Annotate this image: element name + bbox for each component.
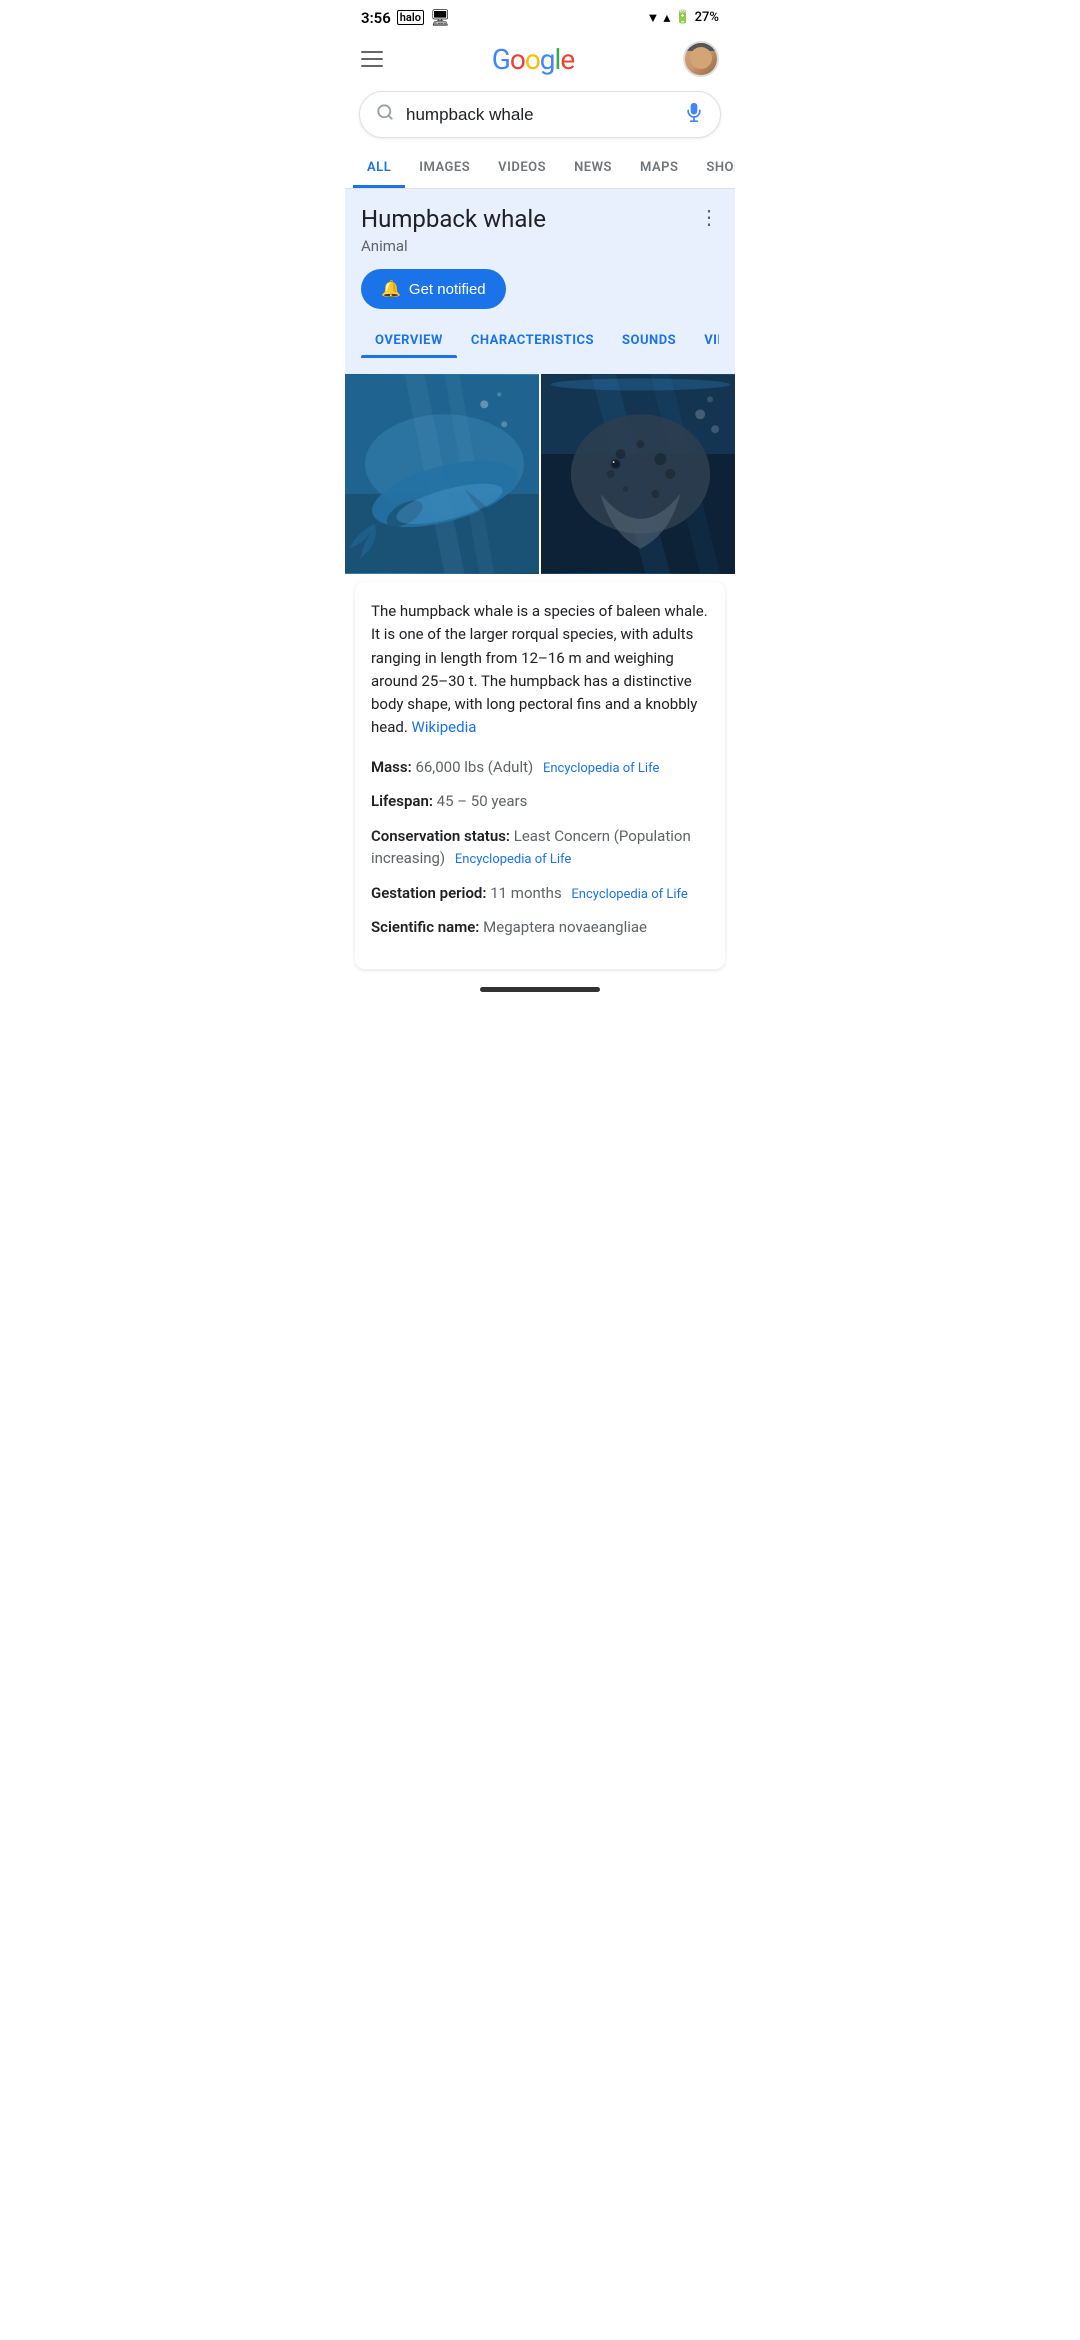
tab-maps[interactable]: MAPS xyxy=(626,150,692,188)
home-indicator[interactable] xyxy=(480,987,600,992)
conservation-source-link[interactable]: Encyclopedia of Life xyxy=(455,852,571,867)
info-row-mass: Mass: 66,000 lbs (Adult) Encyclopedia of… xyxy=(371,756,709,779)
status-time: 3:56 xyxy=(361,9,391,27)
wifi-icon: ▼ xyxy=(647,10,660,26)
signal-icon: ▴ xyxy=(663,10,670,26)
mass-label: Mass: xyxy=(371,758,412,776)
battery-icon: 🔋 xyxy=(674,10,690,25)
kp-header: Humpback whale ⋮ xyxy=(361,205,719,233)
tab-videos[interactable]: VIDEOS xyxy=(484,150,560,188)
status-right: ▼ ▴ 🔋 27% xyxy=(647,10,719,26)
logo-g: G xyxy=(492,43,510,76)
search-input[interactable] xyxy=(406,105,672,125)
knowledge-panel: Humpback whale ⋮ Animal 🔔 Get notified O… xyxy=(345,189,735,374)
avatar[interactable] xyxy=(683,41,719,77)
get-notified-label: Get notified xyxy=(409,281,486,298)
mass-source-link[interactable]: Encyclopedia of Life xyxy=(543,761,659,776)
menu-button[interactable] xyxy=(361,51,383,67)
hamburger-line xyxy=(361,51,383,53)
logo-g2: g xyxy=(540,43,555,76)
whale-image-1[interactable] xyxy=(345,374,539,574)
logo-e: e xyxy=(560,43,574,76)
screen-icon: 🖥 xyxy=(430,8,450,27)
battery-percent: 27% xyxy=(695,10,719,25)
search-bar[interactable] xyxy=(359,91,721,138)
hamburger-line xyxy=(361,65,383,67)
mic-icon[interactable] xyxy=(684,102,704,127)
avatar-face xyxy=(690,47,712,69)
info-row-gestation: Gestation period: 11 months Encyclopedia… xyxy=(371,882,709,905)
search-icon xyxy=(376,103,394,126)
search-tabs: ALL IMAGES VIDEOS NEWS MAPS SHOP xyxy=(345,150,735,189)
status-bar: 3:56 halo 🖥 ▼ ▴ 🔋 27% xyxy=(345,0,735,31)
gestation-source-link[interactable]: Encyclopedia of Life xyxy=(571,887,687,902)
tab-shop[interactable]: SHOP xyxy=(692,150,735,188)
gestation-label: Gestation period: xyxy=(371,884,486,902)
info-row-lifespan: Lifespan: 45 – 50 years xyxy=(371,790,709,813)
section-tab-characteristics[interactable]: CHARACTERISTICS xyxy=(457,325,608,358)
section-tab-sounds[interactable]: SOUNDS xyxy=(608,325,690,358)
kp-subtitle: Animal xyxy=(361,237,719,255)
wikipedia-link[interactable]: Wikipedia xyxy=(412,718,477,736)
halo-icon: halo xyxy=(397,10,424,25)
info-box: The humpback whale is a species of balee… xyxy=(355,582,725,969)
whale-images-row xyxy=(345,374,735,574)
lifespan-label: Lifespan: xyxy=(371,792,433,810)
logo-o2: o xyxy=(525,43,540,76)
status-left: 3:56 halo 🖥 xyxy=(361,8,450,27)
more-options-button[interactable]: ⋮ xyxy=(699,205,719,229)
tab-news[interactable]: NEWS xyxy=(560,150,626,188)
header: Google xyxy=(345,31,735,87)
hamburger-line xyxy=(361,58,383,60)
kp-title: Humpback whale xyxy=(361,205,546,233)
section-tab-videos[interactable]: VIDEOS xyxy=(690,325,719,358)
section-tab-overview[interactable]: OVERVIEW xyxy=(361,325,457,358)
info-row-conservation: Conservation status: Least Concern (Popu… xyxy=(371,825,709,870)
logo-o1: o xyxy=(510,43,525,76)
bottom-indicator xyxy=(345,977,735,998)
tab-all[interactable]: ALL xyxy=(353,150,405,188)
scientific-label: Scientific name: xyxy=(371,918,479,936)
tab-images[interactable]: IMAGES xyxy=(405,150,484,188)
mass-value-text: 66,000 lbs (Adult) xyxy=(415,758,533,776)
get-notified-button[interactable]: 🔔 Get notified xyxy=(361,269,506,309)
info-row-scientific: Scientific name: Megaptera novaeangliae xyxy=(371,916,709,939)
section-tabs: OVERVIEW CHARACTERISTICS SOUNDS VIDEOS xyxy=(361,325,719,358)
whale-image-2[interactable] xyxy=(541,374,735,574)
avatar-image xyxy=(685,41,717,77)
bell-icon: 🔔 xyxy=(381,279,401,299)
info-description: The humpback whale is a species of balee… xyxy=(371,600,709,740)
conservation-label: Conservation status: xyxy=(371,827,510,845)
google-logo: Google xyxy=(492,43,574,76)
